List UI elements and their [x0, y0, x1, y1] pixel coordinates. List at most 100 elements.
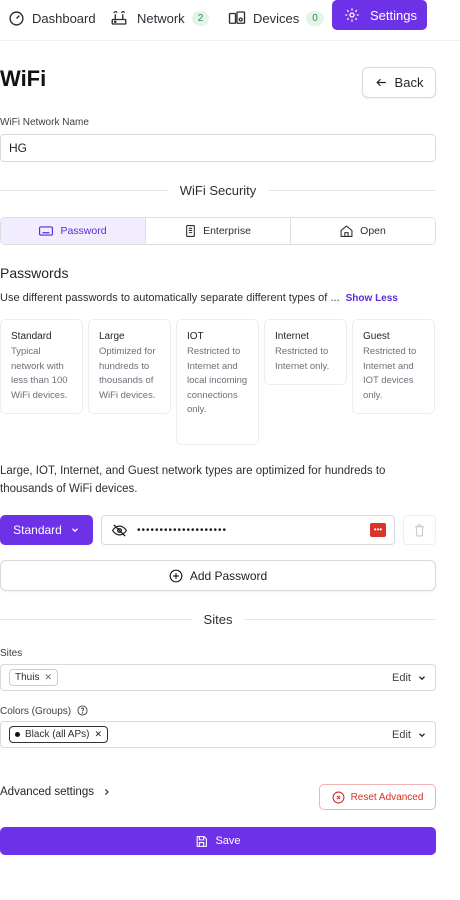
chevron-down-icon — [419, 732, 425, 737]
divider-line — [0, 618, 192, 620]
wifi-security-title: WiFi Security — [179, 182, 257, 198]
advanced-settings-toggle[interactable]: Advanced settings — [0, 786, 111, 798]
back-button-label: Back — [394, 75, 424, 90]
tab-password[interactable]: Password — [1, 218, 146, 244]
help-icon[interactable] — [77, 705, 88, 716]
advanced-settings-label: Advanced settings — [0, 786, 94, 798]
nav-dashboard-label: Dashboard — [32, 10, 96, 26]
colors-edit[interactable]: Edit — [392, 729, 427, 741]
colors-label-text: Colors (Groups) — [0, 706, 72, 717]
plus-circle-icon — [169, 569, 183, 582]
password-type-dropdown[interactable]: Standard — [0, 515, 93, 545]
page-title: WiFi — [0, 66, 47, 91]
type-card-desc: Restricted to Internet and local incomin… — [187, 346, 248, 416]
gear-icon — [342, 5, 362, 25]
eye-off-icon[interactable] — [112, 523, 127, 537]
colors-edit-label: Edit — [392, 728, 411, 741]
router-icon — [109, 8, 129, 28]
nav-divider — [0, 40, 460, 41]
tab-enterprise-label: Enterprise — [203, 225, 251, 237]
add-password-button[interactable]: Add Password — [0, 560, 436, 591]
type-card-standard: Standard Typical network with less than … — [0, 319, 83, 414]
site-chip-label: Thuis — [15, 672, 40, 683]
type-card-desc: Typical network with less than 100 WiFi … — [11, 346, 68, 401]
passwords-description-text: Use different passwords to automatically… — [0, 292, 340, 304]
type-card-internet: Internet Restricted to Internet only. — [264, 319, 347, 385]
color-dot — [15, 732, 20, 737]
type-card-guest: Guest Restricted to Internet and IOT dev… — [352, 319, 435, 414]
sites-edit[interactable]: Edit — [392, 672, 427, 684]
sites-heading: Sites — [0, 609, 436, 629]
wifi-security-heading: WiFi Security — [0, 180, 436, 200]
type-card-title: Internet — [275, 331, 309, 342]
type-card-large: Large Optimized for hundreds to thousand… — [88, 319, 171, 414]
save-label: Save — [215, 835, 241, 847]
nav-settings[interactable]: Settings — [332, 0, 427, 30]
nav-settings-label: Settings — [370, 7, 417, 23]
network-name-input[interactable] — [0, 134, 436, 162]
type-card-title: IOT — [187, 331, 204, 342]
colors-select[interactable]: Black (all APs) ✕ Edit — [0, 721, 436, 748]
sites-edit-label: Edit — [392, 671, 411, 684]
delete-password-button[interactable] — [403, 515, 436, 545]
chevron-right-icon — [104, 788, 109, 796]
color-chip-label: Black (all APs) — [25, 729, 90, 740]
arrow-left-icon — [375, 78, 386, 87]
save-icon — [197, 835, 208, 847]
divider-line — [244, 618, 436, 620]
divider-line — [0, 189, 168, 191]
tab-enterprise[interactable]: Enterprise — [146, 218, 291, 244]
passwords-title: Passwords — [0, 265, 69, 281]
nav-network[interactable]: Network 2 — [109, 3, 210, 33]
sites-heading-title: Sites — [203, 611, 233, 627]
back-button[interactable]: Back — [362, 67, 436, 98]
sites-select[interactable]: Thuis ✕ Edit — [0, 664, 436, 691]
remove-chip-icon[interactable]: ✕ — [44, 672, 52, 683]
x-circle-icon — [332, 791, 345, 803]
chevron-down-icon — [71, 528, 78, 533]
top-nav: Dashboard Network 2 Devices 0 Settings — [0, 0, 460, 36]
remove-chip-icon[interactable]: ✕ — [94, 729, 102, 740]
home-icon — [340, 225, 353, 237]
show-less-link[interactable]: Show Less — [346, 293, 398, 304]
nav-devices[interactable]: Devices 0 — [227, 3, 324, 33]
reset-advanced-button[interactable]: Reset Advanced — [319, 784, 436, 810]
sites-label: Sites — [0, 648, 23, 659]
nav-network-label: Network — [137, 10, 185, 26]
password-type-label: Standard — [13, 523, 62, 537]
network-name-label: WiFi Network Name — [0, 117, 89, 128]
type-card-desc: Restricted to Internet only. — [275, 346, 330, 372]
security-selector: Password Enterprise Open — [0, 217, 436, 245]
type-card-iot: IOT Restricted to Internet and local inc… — [176, 319, 259, 445]
building-icon — [186, 225, 195, 237]
network-count-badge: 2 — [191, 10, 210, 26]
gauge-icon — [6, 8, 26, 28]
tab-password-label: Password — [60, 225, 107, 237]
trash-icon — [415, 524, 424, 536]
type-card-title: Large — [99, 331, 125, 342]
passwords-description: Use different passwords to automatically… — [0, 292, 436, 304]
type-card-desc: Restricted to Internet and IOT devices o… — [363, 346, 417, 401]
tab-open[interactable]: Open — [291, 218, 435, 244]
keyboard-icon — [39, 226, 54, 236]
password-masked-value: •••••••••••••••••••• — [137, 524, 228, 536]
divider-line — [268, 189, 436, 191]
tab-open-label: Open — [360, 225, 386, 237]
color-chip: Black (all APs) ✕ — [9, 726, 109, 743]
devices-count-badge: 0 — [306, 10, 324, 26]
nav-dashboard[interactable]: Dashboard — [6, 3, 96, 33]
type-card-title: Standard — [11, 331, 52, 342]
chevron-down-icon — [419, 675, 425, 680]
type-card-desc: Optimized for hundreds to thousands of W… — [99, 346, 156, 401]
site-chip: Thuis ✕ — [9, 669, 58, 686]
add-password-label: Add Password — [189, 568, 268, 583]
save-button[interactable]: Save — [0, 827, 436, 855]
devices-icon — [227, 8, 247, 28]
password-manager-icon[interactable]: ••• — [370, 523, 386, 537]
type-card-title: Guest — [363, 331, 390, 342]
network-types-note: Large, IOT, Internet, and Guest network … — [0, 465, 386, 495]
nav-devices-label: Devices — [253, 10, 300, 26]
reset-advanced-label: Reset Advanced — [350, 791, 424, 803]
password-input[interactable]: •••••••••••••••••••• ••• — [101, 515, 395, 545]
colors-label: Colors (Groups) — [0, 705, 88, 717]
